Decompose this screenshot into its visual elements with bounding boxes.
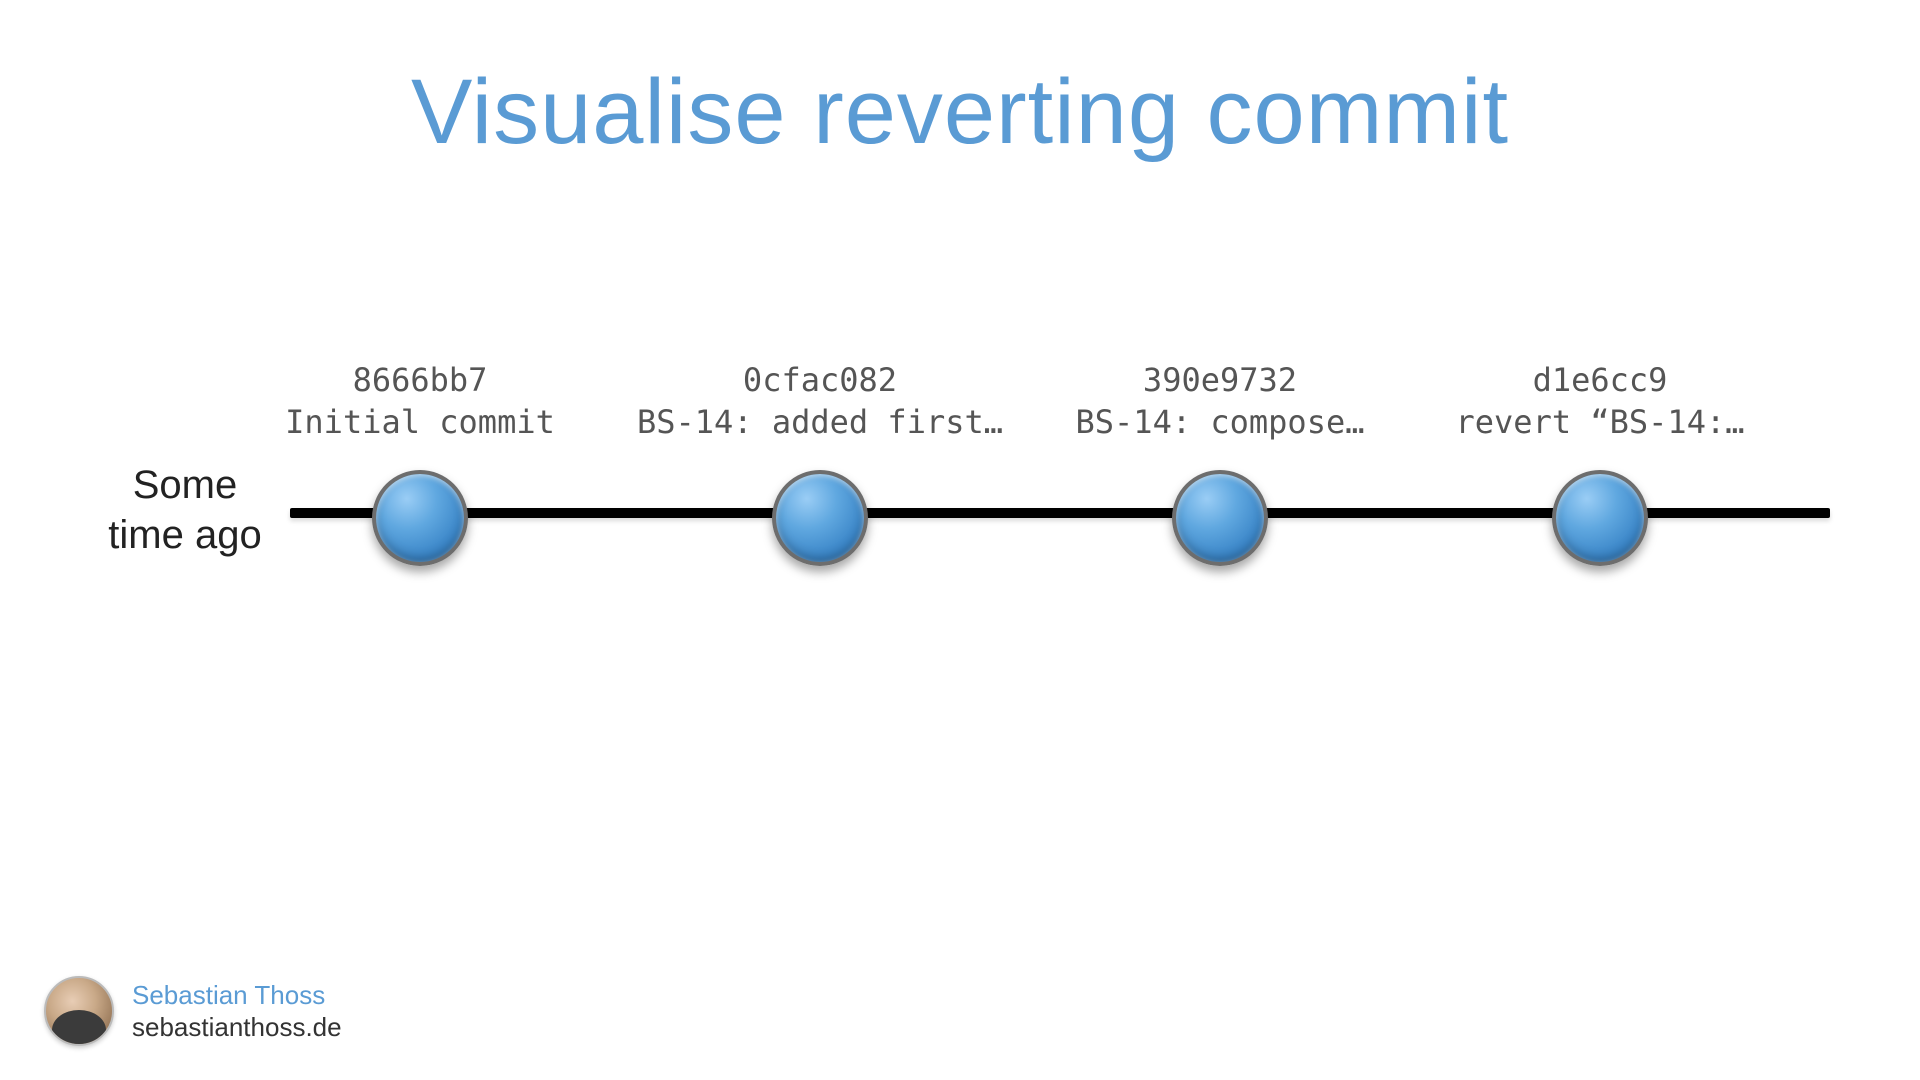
timeline: Sometime ago 8666bb7 Initial commit 0cfa… xyxy=(90,440,1830,640)
commit-hash: d1e6cc9 xyxy=(1456,360,1745,402)
commit-label: d1e6cc9 revert “BS-14:… xyxy=(1456,360,1745,443)
commit-node xyxy=(772,470,868,566)
slide-title: Visualise reverting commit xyxy=(0,60,1920,165)
commit-hash: 390e9732 xyxy=(1076,360,1365,402)
commit-node xyxy=(372,470,468,566)
slide: Visualise reverting commit Sometime ago … xyxy=(0,0,1920,1080)
commit-message: BS-14: compose… xyxy=(1076,402,1365,444)
author-text: Sebastian Thoss sebastianthoss.de xyxy=(132,979,342,1044)
commit-label: 0cfac082 BS-14: added first… xyxy=(637,360,1003,443)
commit-hash: 8666bb7 xyxy=(285,360,555,402)
author-site: sebastianthoss.de xyxy=(132,1012,342,1043)
commit-label: 8666bb7 Initial commit xyxy=(285,360,555,443)
commit-message: BS-14: added first… xyxy=(637,402,1003,444)
author-name: Sebastian Thoss xyxy=(132,979,342,1013)
commit-message: Initial commit xyxy=(285,402,555,444)
timeline-start-label: Sometime ago xyxy=(90,460,280,560)
commit-message: revert “BS-14:… xyxy=(1456,402,1745,444)
avatar xyxy=(44,976,114,1046)
commit-hash: 0cfac082 xyxy=(637,360,1003,402)
author-block: Sebastian Thoss sebastianthoss.de xyxy=(44,976,342,1046)
commit-node xyxy=(1552,470,1648,566)
commit-label: 390e9732 BS-14: compose… xyxy=(1076,360,1365,443)
commit-node xyxy=(1172,470,1268,566)
